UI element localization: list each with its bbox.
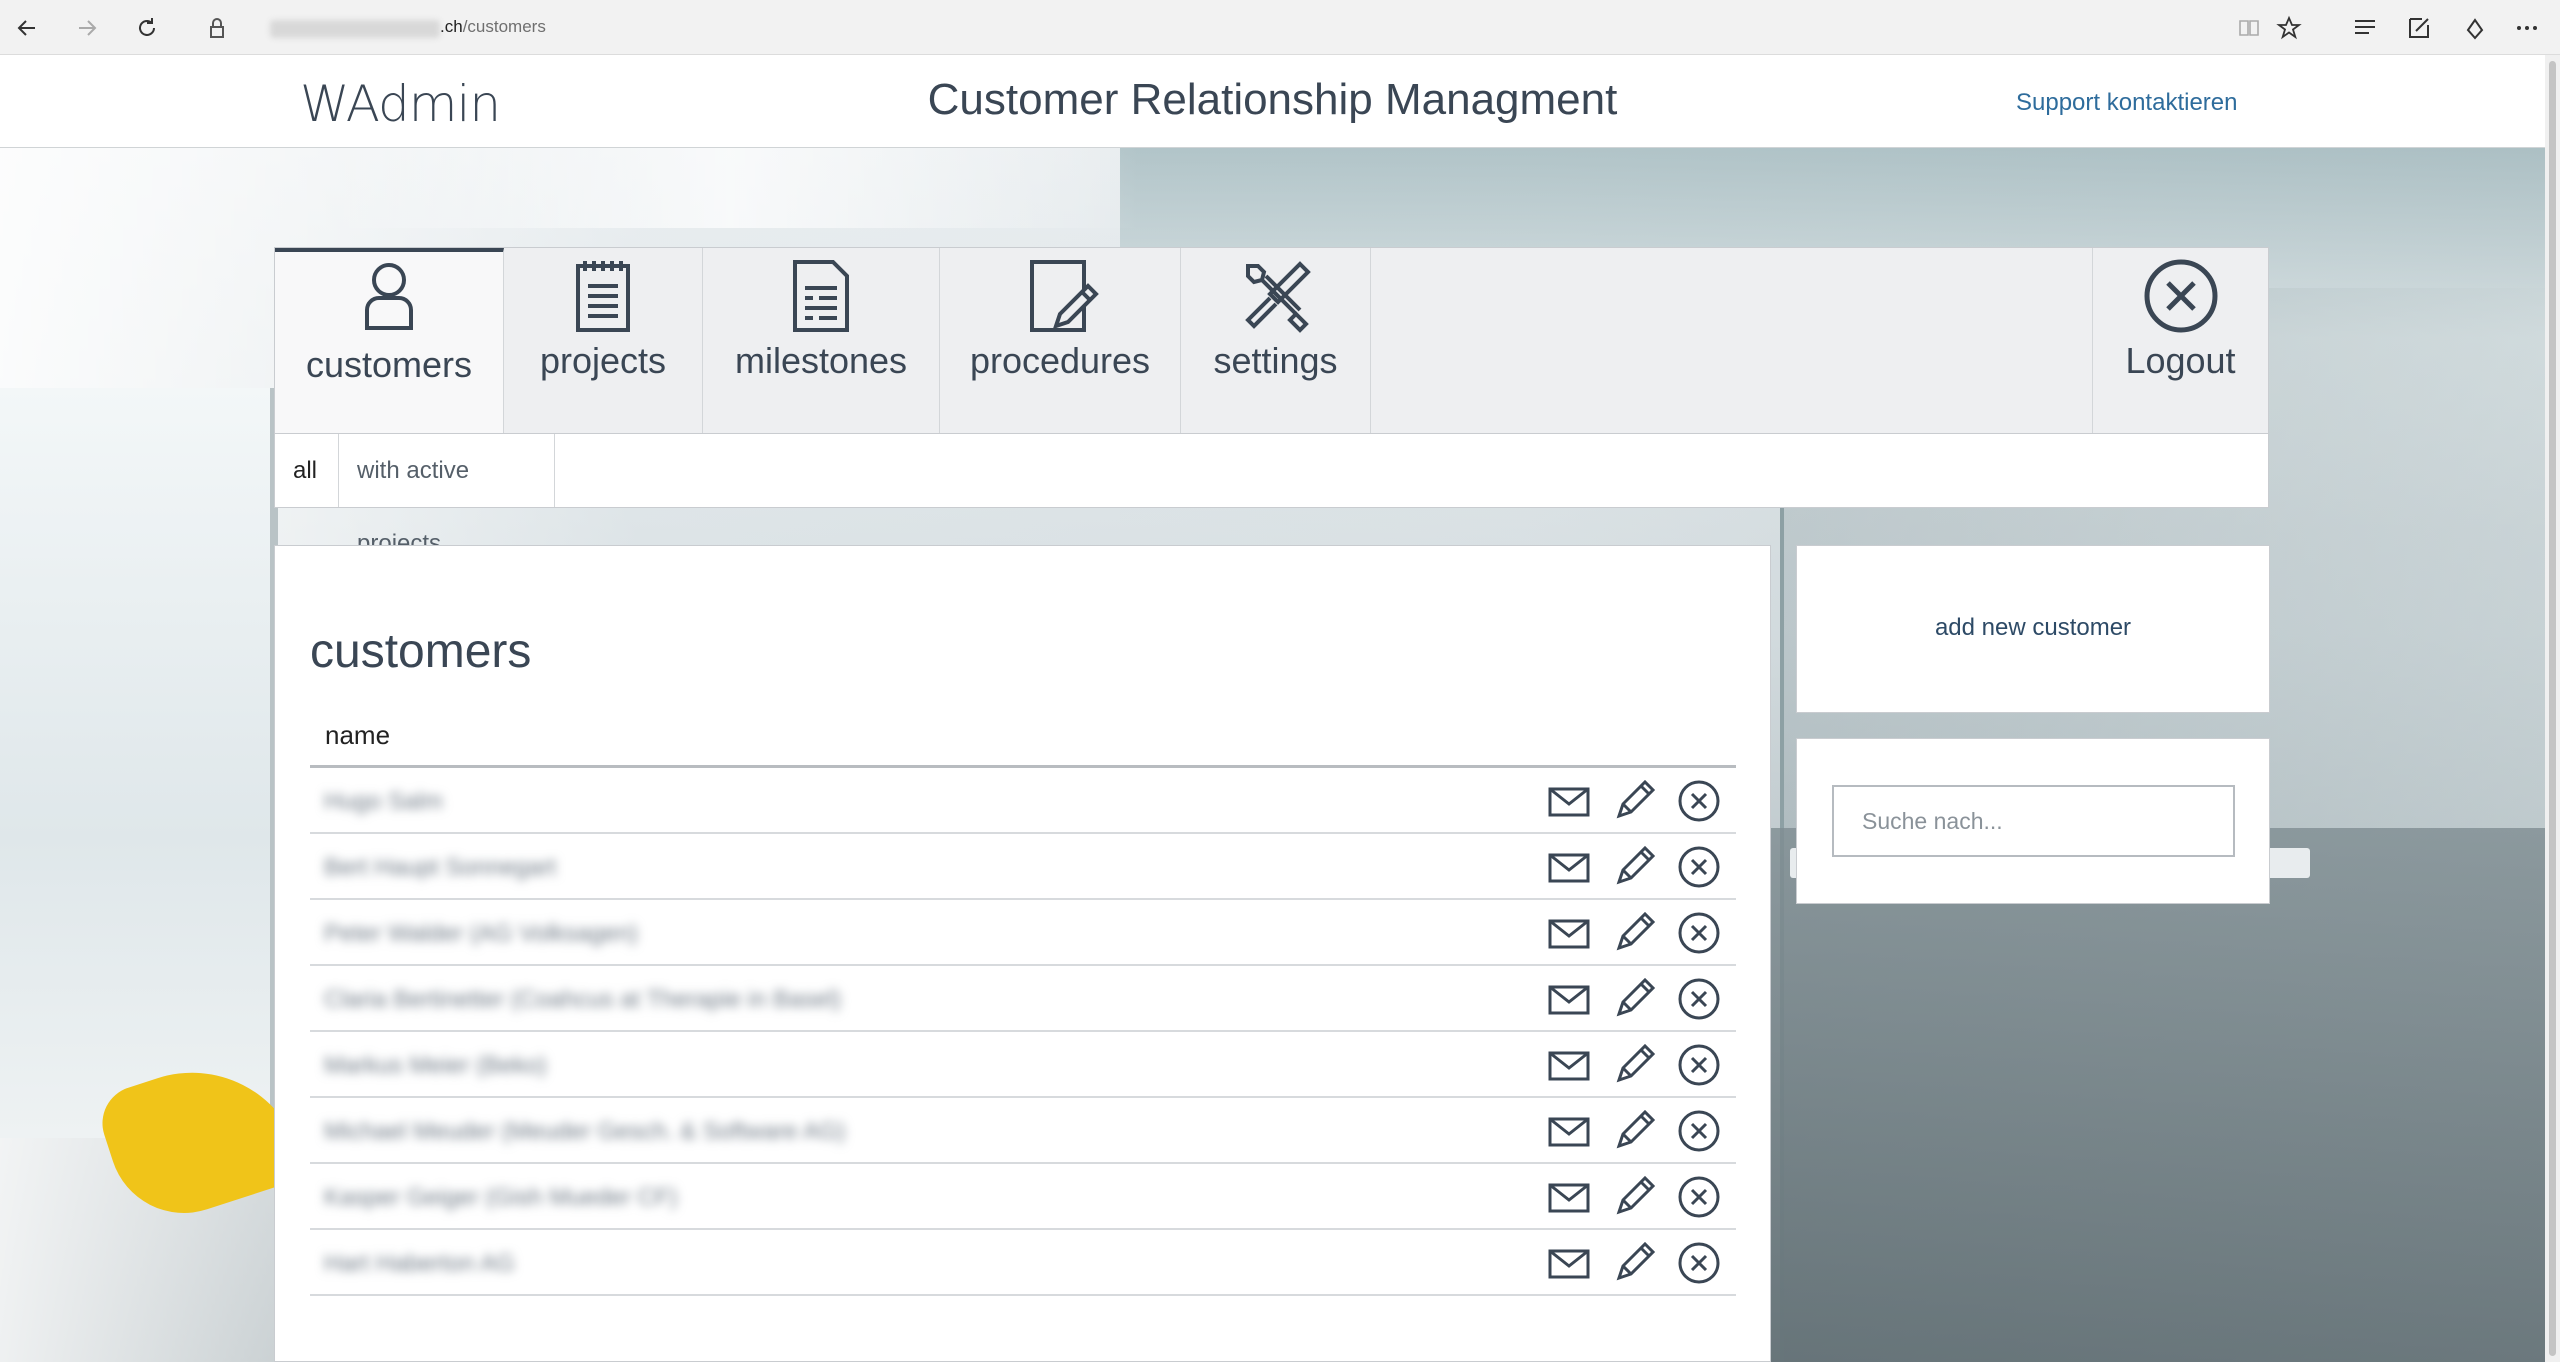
- delete-circle-icon[interactable]: [1675, 777, 1723, 825]
- edit-pencil-icon[interactable]: [1610, 909, 1658, 957]
- subtab-all[interactable]: all: [275, 434, 339, 507]
- logout-button[interactable]: Logout: [2092, 248, 2268, 433]
- url-domain-redacted: [270, 20, 440, 38]
- url-path: /customers: [462, 17, 546, 36]
- tab-settings[interactable]: settings: [1181, 248, 1371, 433]
- add-customer-panel: add new customer: [1796, 545, 2270, 713]
- customer-name[interactable]: Peter Walder (AG Volksagen): [324, 920, 638, 948]
- edit-pencil-icon[interactable]: [1610, 843, 1658, 891]
- back-icon[interactable]: [10, 11, 44, 45]
- customers-panel: customers name Hugo Salm Bert Haupt Sonne…: [274, 545, 1771, 1362]
- edit-pencil-icon[interactable]: [1610, 975, 1658, 1023]
- document-pen-icon: [1030, 260, 1099, 332]
- table-row[interactable]: Kasper Geiger (Gish Mueder CF): [310, 1164, 1736, 1230]
- hub-icon[interactable]: [2348, 11, 2382, 45]
- table-row[interactable]: Peter Walder (AG Volksagen): [310, 900, 1736, 966]
- edit-pencil-icon[interactable]: [1610, 1107, 1658, 1155]
- customer-name[interactable]: Michael Meuder (Meuder Gesch. & Software…: [324, 1118, 846, 1146]
- refresh-icon[interactable]: [130, 11, 164, 45]
- add-new-customer-link[interactable]: add new customer: [1797, 614, 2269, 642]
- web-note-icon[interactable]: [2402, 11, 2436, 45]
- tab-label: projects: [539, 340, 667, 381]
- customer-name[interactable]: Markus Meier (Beko): [324, 1052, 547, 1080]
- search-panel: [1796, 738, 2270, 904]
- delete-circle-icon[interactable]: [1675, 1107, 1723, 1155]
- mail-icon[interactable]: [1545, 1107, 1593, 1155]
- customer-name[interactable]: Claria Bertinetter (Coahcus at Therapie …: [324, 986, 841, 1014]
- mail-icon[interactable]: [1545, 1041, 1593, 1089]
- mail-icon[interactable]: [1545, 975, 1593, 1023]
- address-bar[interactable]: .ch/customers: [440, 17, 546, 37]
- tab-milestones[interactable]: milestones: [703, 248, 940, 433]
- favorite-star-icon[interactable]: [2272, 11, 2306, 45]
- share-icon[interactable]: [2458, 11, 2492, 45]
- browser-toolbar: .ch/customers: [0, 0, 2560, 55]
- table-row[interactable]: Hart Haberton AG: [310, 1230, 1736, 1296]
- delete-circle-icon[interactable]: [1675, 1041, 1723, 1089]
- tab-label: settings: [1213, 340, 1338, 381]
- close-circle-icon: [2144, 259, 2217, 333]
- more-icon[interactable]: [2510, 11, 2544, 45]
- table-row[interactable]: Claria Bertinetter (Coahcus at Therapie …: [310, 966, 1736, 1032]
- subtab-active-projects[interactable]: with active projects: [339, 434, 555, 557]
- scrollbar-thumb[interactable]: [2549, 61, 2556, 1356]
- mail-icon[interactable]: [1545, 777, 1593, 825]
- document-list-icon: [793, 260, 849, 332]
- delete-circle-icon[interactable]: [1675, 843, 1723, 891]
- tab-procedures[interactable]: procedures: [940, 248, 1181, 433]
- panel-heading: customers: [310, 625, 532, 678]
- edit-pencil-icon[interactable]: [1610, 1239, 1658, 1287]
- clipboard-icon: [576, 261, 630, 332]
- reading-view-icon[interactable]: [2232, 11, 2266, 45]
- tab-customers[interactable]: customers: [275, 248, 504, 433]
- mail-icon[interactable]: [1545, 1239, 1593, 1287]
- edit-pencil-icon[interactable]: [1610, 1041, 1658, 1089]
- logout-label: Logout: [2125, 340, 2236, 381]
- customer-table-body: Hugo Salm Bert Haupt Sonnegart Peter Walde…: [310, 768, 1736, 1296]
- lock-icon: [200, 11, 234, 45]
- customer-name[interactable]: Kasper Geiger (Gish Mueder CF): [324, 1184, 677, 1212]
- tab-label: customers: [305, 344, 473, 385]
- table-row[interactable]: Hugo Salm: [310, 768, 1736, 834]
- customer-name[interactable]: Hart Haberton AG: [324, 1250, 515, 1278]
- wrench-screwdriver-icon: [1244, 261, 1311, 333]
- search-input[interactable]: [1832, 785, 2235, 857]
- support-link[interactable]: Support kontaktieren: [2016, 89, 2237, 117]
- table-row[interactable]: Markus Meier (Beko): [310, 1032, 1736, 1098]
- url-domain: .ch: [440, 17, 463, 36]
- main-nav-tabs: customers projects milestones procedures: [274, 247, 2269, 434]
- customer-name[interactable]: Bert Haupt Sonnegart: [324, 854, 556, 882]
- customer-name[interactable]: Hugo Salm: [324, 788, 443, 816]
- filter-subtabs: all with active projects: [274, 434, 2269, 557]
- app-header: WAdmin Customer Relationship Managment S…: [0, 55, 2545, 148]
- edit-pencil-icon[interactable]: [1610, 1173, 1658, 1221]
- delete-circle-icon[interactable]: [1675, 1239, 1723, 1287]
- tab-projects[interactable]: projects: [504, 248, 703, 433]
- edit-pencil-icon[interactable]: [1610, 777, 1658, 825]
- tab-label: procedures: [969, 340, 1151, 381]
- mail-icon[interactable]: [1545, 1173, 1593, 1221]
- tab-label: milestones: [734, 340, 908, 381]
- column-header-name[interactable]: name: [325, 720, 390, 751]
- person-icon: [365, 263, 413, 330]
- delete-circle-icon[interactable]: [1675, 1173, 1723, 1221]
- mail-icon[interactable]: [1545, 909, 1593, 957]
- table-row[interactable]: Bert Haupt Sonnegart: [310, 834, 1736, 900]
- delete-circle-icon[interactable]: [1675, 909, 1723, 957]
- mail-icon[interactable]: [1545, 843, 1593, 891]
- delete-circle-icon[interactable]: [1675, 975, 1723, 1023]
- table-row[interactable]: Michael Meuder (Meuder Gesch. & Software…: [310, 1098, 1736, 1164]
- page-scrollbar[interactable]: [2545, 55, 2560, 1362]
- forward-icon[interactable]: [70, 11, 104, 45]
